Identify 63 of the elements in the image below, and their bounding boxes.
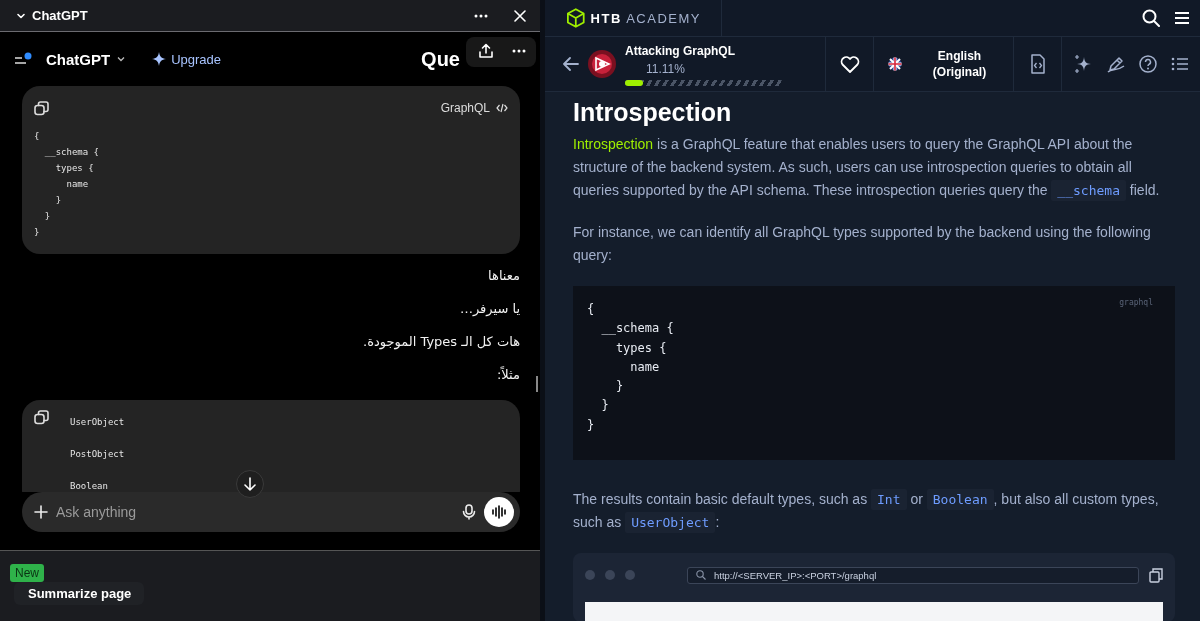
code-text: { __schema { types { name } } } [587, 301, 674, 434]
search-icon [696, 570, 706, 580]
flag-icon[interactable] [887, 57, 902, 71]
course-title[interactable]: Attacking GraphQL [625, 44, 783, 58]
paragraph: The results contain basic default types, such as Int or Boolean , but also all custom types, such as UserObject : [573, 488, 1175, 534]
close-icon[interactable] [514, 9, 526, 22]
panel-title: ChatGPT [32, 8, 89, 23]
code-text: { __schema { types { name } } } [34, 130, 100, 239]
message-composer[interactable]: Ask anything [22, 492, 520, 532]
paragraph: Introspection is a GraphQL feature that enables users to query the GraphQL API about the structure of the backend system. As such, users can use introspection queries to obtain all queries supported by the API schema. These introspection queries query the __schema field. [573, 133, 1175, 202]
arrow-down-icon [243, 477, 257, 491]
course-badge-icon [587, 49, 617, 79]
language-selector[interactable]: English (Original) [919, 48, 1000, 80]
list-icon[interactable] [1171, 57, 1189, 71]
window-dot [625, 570, 635, 580]
message-text: يا سيرفر… [459, 300, 520, 318]
share-icon[interactable] [478, 43, 494, 59]
inline-code: Boolean [926, 489, 994, 510]
voice-button[interactable] [484, 497, 514, 527]
link[interactable]: Introspection [573, 136, 654, 152]
copy-icon[interactable] [34, 410, 49, 425]
copy-icon[interactable] [34, 100, 49, 116]
waveform-icon [492, 505, 506, 519]
menu-icon[interactable] [1174, 11, 1190, 25]
search-icon[interactable] [1142, 9, 1160, 27]
code-text: UserObject PostObject Boolean [70, 416, 125, 492]
message-input[interactable]: Ask anything [56, 502, 454, 522]
message-text: هات كل الـ Types الموجودة. [363, 333, 520, 351]
message-text: مثلاً: [496, 365, 520, 384]
cube-icon[interactable] [567, 7, 585, 29]
code-language: GraphQL [440, 101, 490, 115]
inline-code: UserObject [625, 512, 716, 533]
brand-name[interactable]: HTB ACADEMY [590, 10, 701, 26]
article-heading: Introspection [573, 98, 733, 127]
sparkle-icon [152, 52, 167, 66]
plus-icon[interactable] [34, 505, 48, 519]
pen-icon[interactable] [1107, 55, 1125, 73]
paragraph: For instance, we can identify all GraphQL types supported by the backend using the following query: [573, 223, 1152, 265]
help-icon[interactable] [1139, 55, 1157, 73]
upgrade-link[interactable]: Upgrade [171, 51, 222, 67]
heart-icon[interactable] [839, 55, 860, 73]
progress-percent: 11.11% [646, 62, 686, 76]
summarize-button[interactable]: Summarize page [14, 582, 145, 605]
scrollbar-thumb[interactable] [536, 376, 538, 392]
code-icon[interactable] [496, 103, 508, 113]
conversation-title: Que [421, 47, 460, 71]
window-dot [605, 570, 615, 580]
window-dot [585, 570, 595, 580]
message-text: معناها [488, 267, 520, 285]
back-arrow-icon[interactable] [563, 57, 579, 71]
inline-code: __schema [1051, 180, 1126, 201]
chevron-icon[interactable] [116, 54, 127, 64]
menu-icon[interactable] [14, 52, 32, 66]
code-file-icon[interactable] [1029, 54, 1046, 74]
code-language: graphql [1119, 298, 1153, 307]
new-badge: New [10, 564, 44, 582]
inline-code: Int [871, 489, 907, 510]
more-icon[interactable] [474, 13, 488, 18]
copy-icon[interactable] [1149, 567, 1163, 583]
model-selector[interactable]: ChatGPT [46, 50, 111, 68]
more-icon[interactable] [512, 49, 526, 53]
microphone-icon[interactable] [462, 504, 476, 520]
url-text: http://<SERVER_IP>:<PORT>/graphql [714, 569, 877, 581]
